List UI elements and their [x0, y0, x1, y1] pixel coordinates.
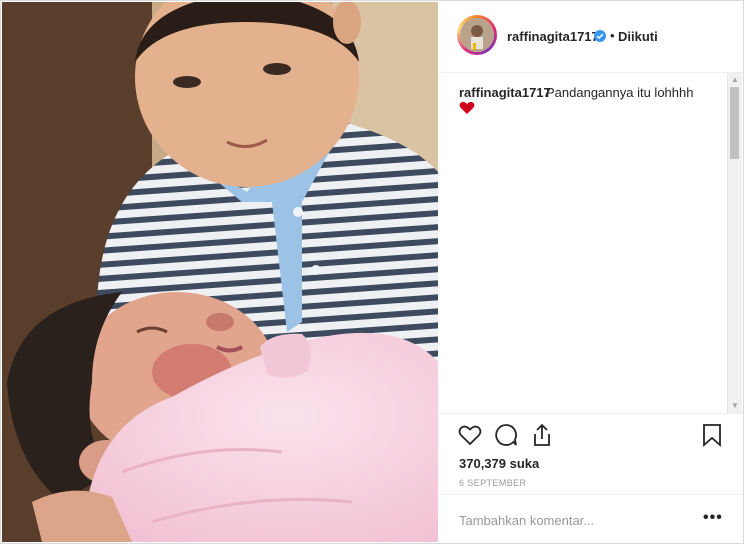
heart-outline-icon[interactable] [457, 422, 483, 448]
caption-username[interactable]: raffinagita1717 [459, 85, 551, 100]
post-side-panel: raffinagita1717 • Diikuti raffinagita171… [439, 2, 743, 542]
add-comment-bar: ••• [439, 494, 743, 544]
more-options-icon[interactable]: ••• [703, 509, 723, 527]
post-dialog: raffinagita1717 • Diikuti raffinagita171… [0, 0, 744, 544]
post-header: raffinagita1717 • Diikuti [439, 2, 743, 73]
post-photo[interactable] [2, 2, 438, 542]
follow-button[interactable]: Diikuti [618, 29, 658, 44]
caption-text: Pandangannya itu lohhhh [546, 85, 694, 100]
header-username[interactable]: raffinagita1717 [507, 29, 599, 44]
comments-area[interactable]: raffinagita1717 Pandangannya itu lohhhh … [439, 73, 743, 413]
verified-badge-icon [594, 30, 606, 42]
bookmark-icon[interactable] [699, 422, 725, 448]
photo-illustration [2, 2, 438, 542]
speech-bubble-icon[interactable] [493, 422, 519, 448]
avatar-image [460, 18, 494, 52]
post-actions: 370,379 suka 6 SEPTEMBER ••• [439, 413, 743, 543]
post-date[interactable]: 6 SEPTEMBER [459, 478, 526, 488]
avatar[interactable] [460, 18, 494, 52]
story-ring[interactable] [457, 15, 497, 55]
comment-input[interactable] [459, 511, 679, 529]
scrollbar-thumb[interactable] [730, 87, 739, 159]
likes-count[interactable]: 370,379 suka [459, 456, 539, 471]
header-separator: • [610, 28, 615, 43]
scroll-up-arrow-icon[interactable]: ▲ [728, 73, 742, 87]
comments-scrollbar[interactable]: ▲ ▼ [727, 73, 742, 413]
red-heart-emoji-icon [459, 101, 475, 114]
scroll-down-arrow-icon[interactable]: ▼ [728, 399, 742, 413]
share-icon[interactable] [529, 422, 555, 448]
